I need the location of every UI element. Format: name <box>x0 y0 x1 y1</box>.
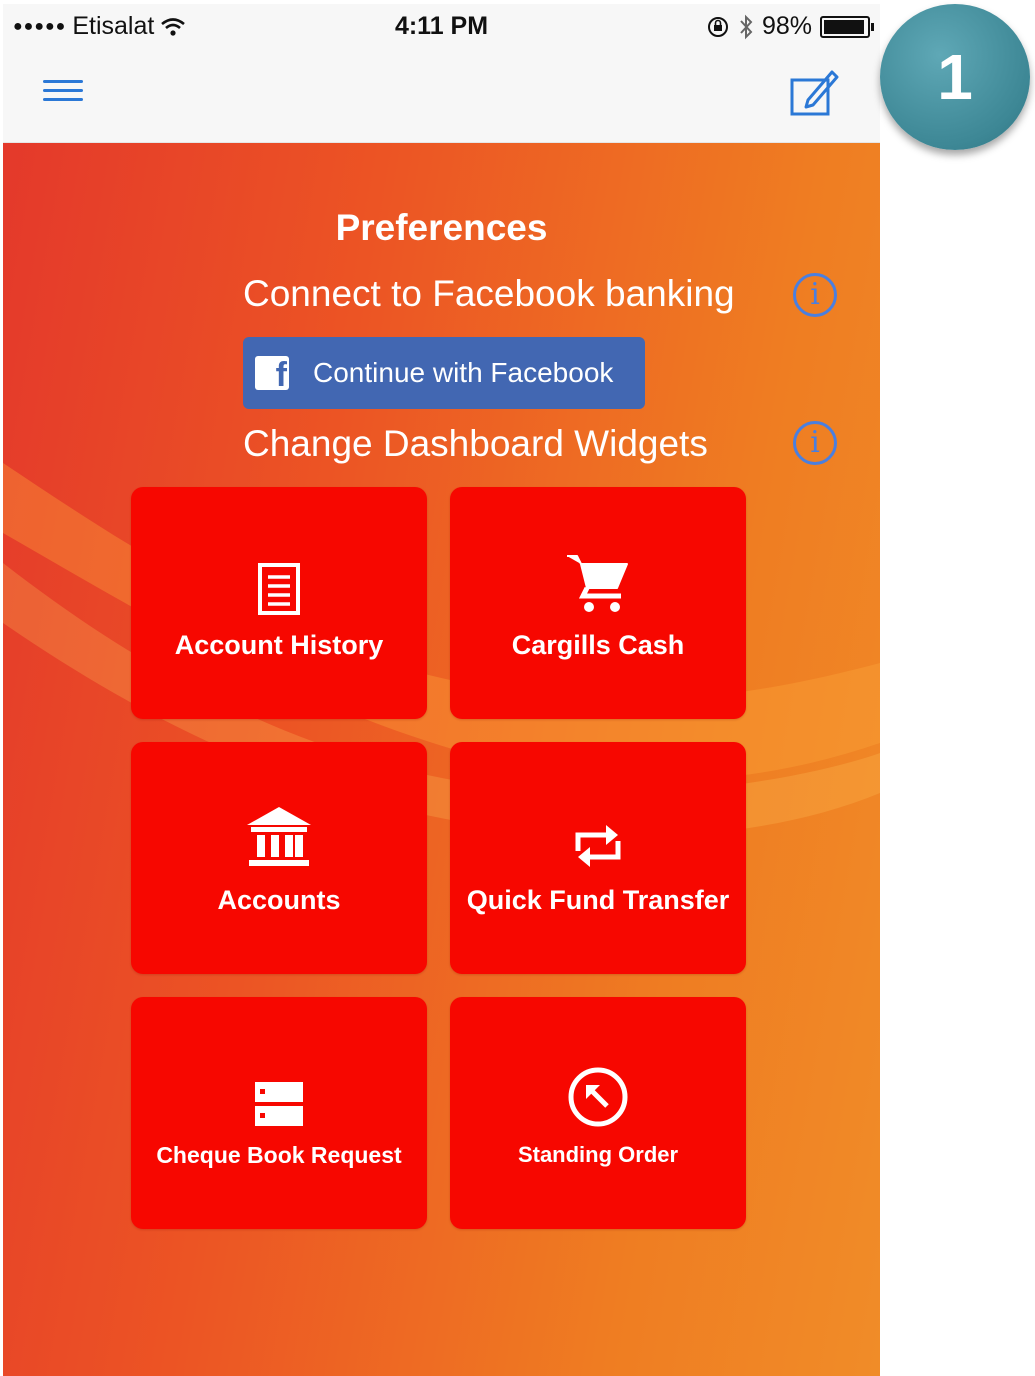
status-right: 98% <box>706 12 874 41</box>
dashboard-widgets-label: Change Dashboard Widgets <box>243 423 708 464</box>
shopping-cart-icon <box>565 546 631 616</box>
hamburger-menu-icon[interactable] <box>43 74 83 114</box>
widget-standing-order[interactable]: Standing Order <box>450 997 746 1229</box>
navigation-bar <box>3 48 880 143</box>
bluetooth-icon <box>740 14 753 39</box>
continue-with-facebook-button[interactable]: f Continue with Facebook <box>243 337 645 409</box>
widget-accounts[interactable]: Accounts <box>131 742 427 974</box>
phone-screen: ●●●●● Etisalat 4:11 PM 98% Preferences C… <box>3 4 880 1376</box>
battery-percent: 98% <box>761 12 812 40</box>
widget-label: Quick Fund Transfer <box>466 884 730 915</box>
page-title: Preferences <box>335 207 548 248</box>
facebook-logo-icon: f <box>255 356 289 390</box>
cheque-book-icon <box>253 1058 305 1128</box>
widget-label: Cheque Book Request <box>156 1141 402 1168</box>
status-bar: ●●●●● Etisalat 4:11 PM 98% <box>3 4 880 48</box>
step-number-badge: 1 <box>880 4 1030 150</box>
facebook-button-label: Continue with Facebook <box>313 357 614 388</box>
widget-label: Account History <box>174 629 384 660</box>
widget-cheque-book-request[interactable]: Cheque Book Request <box>131 997 427 1229</box>
widget-label: Standing Order <box>517 1142 679 1167</box>
bank-building-icon <box>245 801 313 871</box>
widget-quick-fund-transfer[interactable]: Quick Fund Transfer <box>450 742 746 974</box>
circle-arrow-icon <box>567 1058 629 1128</box>
widgets-info-icon[interactable]: i <box>793 421 837 465</box>
widget-cargills-cash[interactable]: Cargills Cash <box>450 487 746 719</box>
preferences-panel: Preferences Connect to Facebook banking … <box>3 143 880 1376</box>
facebook-info-icon[interactable]: i <box>793 273 837 317</box>
widget-label: Accounts <box>217 884 341 915</box>
compose-edit-icon[interactable] <box>788 66 840 118</box>
orientation-lock-icon <box>707 16 728 37</box>
transfer-arrows-icon <box>570 801 626 871</box>
battery-icon <box>820 15 874 38</box>
document-list-icon <box>257 546 301 616</box>
widget-label: Cargills Cash <box>511 629 685 660</box>
facebook-banking-label: Connect to Facebook banking <box>243 273 735 314</box>
widget-account-history[interactable]: Account History <box>131 487 427 719</box>
